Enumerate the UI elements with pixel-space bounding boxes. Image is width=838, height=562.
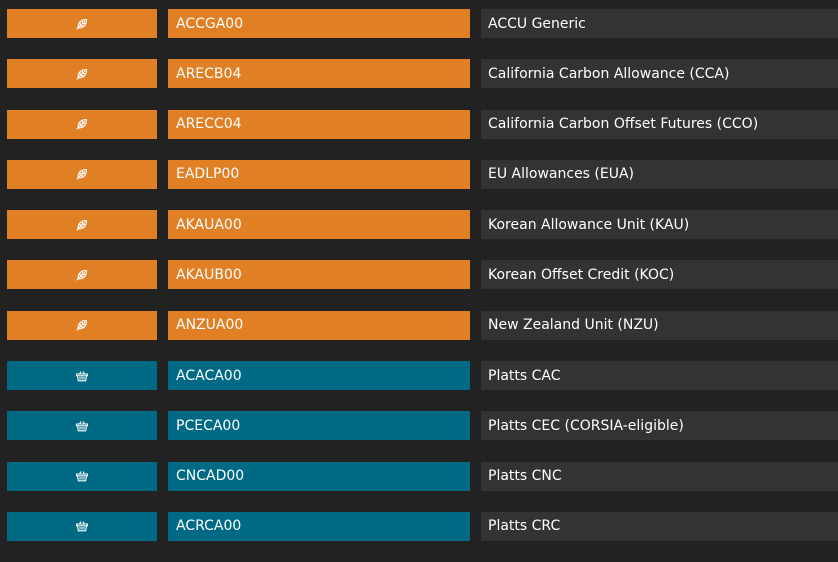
list-item[interactable]: ACACA00 Platts CAC bbox=[0, 361, 838, 391]
list-item[interactable]: AKAUB00 Korean Offset Credit (KOC) bbox=[0, 260, 838, 290]
symbol-code[interactable]: ACACA00 bbox=[168, 361, 470, 391]
list-item[interactable]: ANZUA00 New Zealand Unit (NZU) bbox=[0, 310, 838, 340]
category-cell bbox=[7, 511, 157, 541]
category-cell bbox=[7, 109, 157, 139]
assessment-name[interactable]: Platts CEC (CORSIA-eligible) bbox=[481, 411, 838, 441]
assessment-name[interactable]: California Carbon Offset Futures (CCO) bbox=[481, 109, 838, 139]
carbon-leaf-icon bbox=[75, 318, 89, 332]
list-item[interactable]: CNCAD00 Platts CNC bbox=[0, 461, 838, 491]
category-cell bbox=[7, 310, 157, 340]
list-item[interactable]: AKAUA00 Korean Allowance Unit (KAU) bbox=[0, 210, 838, 240]
assessment-name[interactable]: Platts CRC bbox=[481, 511, 838, 541]
category-cell bbox=[7, 411, 157, 441]
list-item[interactable]: ARECB04 California Carbon Allowance (CCA… bbox=[0, 59, 838, 89]
assessment-name[interactable]: New Zealand Unit (NZU) bbox=[481, 310, 838, 340]
category-cell bbox=[7, 159, 157, 189]
assessment-name[interactable]: ACCU Generic bbox=[481, 9, 838, 38]
symbol-code[interactable]: ARECC04 bbox=[168, 109, 470, 139]
symbol-code[interactable]: AKAUB00 bbox=[168, 260, 470, 290]
symbol-code[interactable]: ACRCA00 bbox=[168, 511, 470, 541]
assessment-list: ACCGA00 ACCU Generic ARECB04 California … bbox=[0, 9, 838, 562]
list-item[interactable]: ACCGA00 ACCU Generic bbox=[0, 9, 838, 38]
symbol-code[interactable]: AKAUA00 bbox=[168, 210, 470, 240]
assessment-name[interactable]: Korean Offset Credit (KOC) bbox=[481, 260, 838, 290]
assessment-name[interactable]: Platts CAC bbox=[481, 361, 838, 391]
basket-icon bbox=[75, 369, 89, 383]
assessment-name[interactable]: Korean Allowance Unit (KAU) bbox=[481, 210, 838, 240]
carbon-leaf-icon bbox=[75, 117, 89, 131]
carbon-leaf-icon bbox=[75, 218, 89, 232]
list-item[interactable]: ARECC04 California Carbon Offset Futures… bbox=[0, 109, 838, 139]
assessment-name[interactable]: EU Allowances (EUA) bbox=[481, 159, 838, 189]
symbol-code[interactable]: PCECA00 bbox=[168, 411, 470, 441]
category-cell bbox=[7, 59, 157, 89]
category-cell bbox=[7, 9, 157, 38]
basket-icon bbox=[75, 519, 89, 533]
assessment-name[interactable]: California Carbon Allowance (CCA) bbox=[481, 59, 838, 89]
carbon-leaf-icon bbox=[75, 67, 89, 81]
symbol-code[interactable]: ACCGA00 bbox=[168, 9, 470, 38]
list-item[interactable]: EADLP00 EU Allowances (EUA) bbox=[0, 159, 838, 189]
symbol-code[interactable]: ARECB04 bbox=[168, 59, 470, 89]
carbon-leaf-icon bbox=[75, 268, 89, 282]
assessment-name[interactable]: Platts CNC bbox=[481, 461, 838, 491]
category-cell bbox=[7, 461, 157, 491]
symbol-code[interactable]: ANZUA00 bbox=[168, 310, 470, 340]
category-cell bbox=[7, 260, 157, 290]
category-cell bbox=[7, 210, 157, 240]
category-cell bbox=[7, 361, 157, 391]
carbon-leaf-icon bbox=[75, 167, 89, 181]
basket-icon bbox=[75, 469, 89, 483]
list-item[interactable]: PCECA00 Platts CEC (CORSIA-eligible) bbox=[0, 411, 838, 441]
list-item[interactable]: ACRCA00 Platts CRC bbox=[0, 511, 838, 541]
symbol-code[interactable]: EADLP00 bbox=[168, 159, 470, 189]
basket-icon bbox=[75, 419, 89, 433]
symbol-code[interactable]: CNCAD00 bbox=[168, 461, 470, 491]
carbon-leaf-icon bbox=[75, 17, 89, 31]
